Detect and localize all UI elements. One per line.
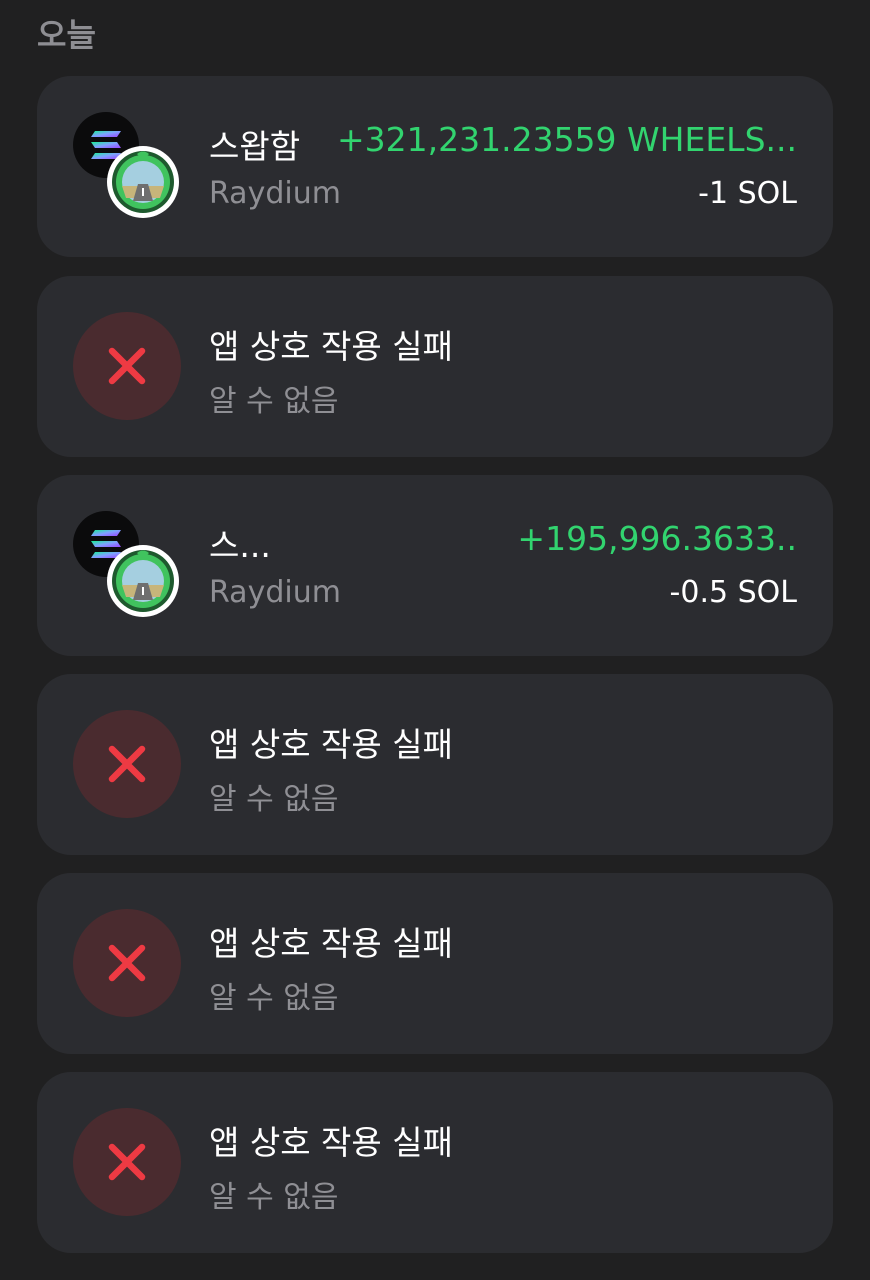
wheels-token-icon — [107, 545, 179, 617]
transaction-title: 앱 상호 작용 실패 — [209, 725, 453, 764]
transaction-title: 앱 상호 작용 실패 — [209, 924, 453, 963]
failed-status-icon — [73, 710, 181, 818]
transaction-item-failed[interactable]: 앱 상호 작용 실패 알 수 없음 — [37, 276, 833, 457]
transaction-item-failed[interactable]: 앱 상호 작용 실패 알 수 없음 — [37, 674, 833, 855]
transaction-subtitle: 알 수 없음 — [209, 1180, 339, 1215]
transaction-subtitle: 알 수 없음 — [209, 981, 339, 1016]
failed-status-icon — [73, 909, 181, 1017]
amount-sent: -1 SOL — [698, 176, 797, 211]
transaction-subtitle: 알 수 없음 — [209, 384, 339, 419]
transaction-item-swap[interactable]: 스... Raydium +195,996.3633.. -0.5 SOL — [37, 475, 833, 656]
x-icon — [108, 944, 146, 982]
wheels-token-icon — [107, 146, 179, 218]
transaction-title: 앱 상호 작용 실패 — [209, 327, 453, 366]
transaction-title: 스왑함 — [209, 127, 301, 166]
transaction-subtitle: Raydium — [209, 176, 341, 211]
transaction-item-swap[interactable]: 스왑함 Raydium +321,231.23559 WHEELS... -1 … — [37, 76, 833, 257]
transaction-title: 스... — [209, 526, 271, 565]
failed-status-icon — [73, 312, 181, 420]
x-icon — [108, 347, 146, 385]
amount-received: +195,996.3633.. — [517, 519, 797, 558]
token-pair-icon — [73, 112, 181, 220]
failed-status-icon — [73, 1108, 181, 1216]
section-title: 오늘 — [37, 16, 96, 54]
transaction-subtitle: 알 수 없음 — [209, 782, 339, 817]
token-pair-icon — [73, 511, 181, 619]
x-icon — [108, 745, 146, 783]
amount-sent: -0.5 SOL — [669, 575, 797, 610]
transaction-title: 앱 상호 작용 실패 — [209, 1123, 453, 1162]
transaction-item-failed[interactable]: 앱 상호 작용 실패 알 수 없음 — [37, 1072, 833, 1253]
x-icon — [108, 1143, 146, 1181]
transaction-subtitle: Raydium — [209, 575, 341, 610]
transaction-item-failed[interactable]: 앱 상호 작용 실패 알 수 없음 — [37, 873, 833, 1054]
amount-received: +321,231.23559 WHEELS... — [336, 120, 797, 159]
